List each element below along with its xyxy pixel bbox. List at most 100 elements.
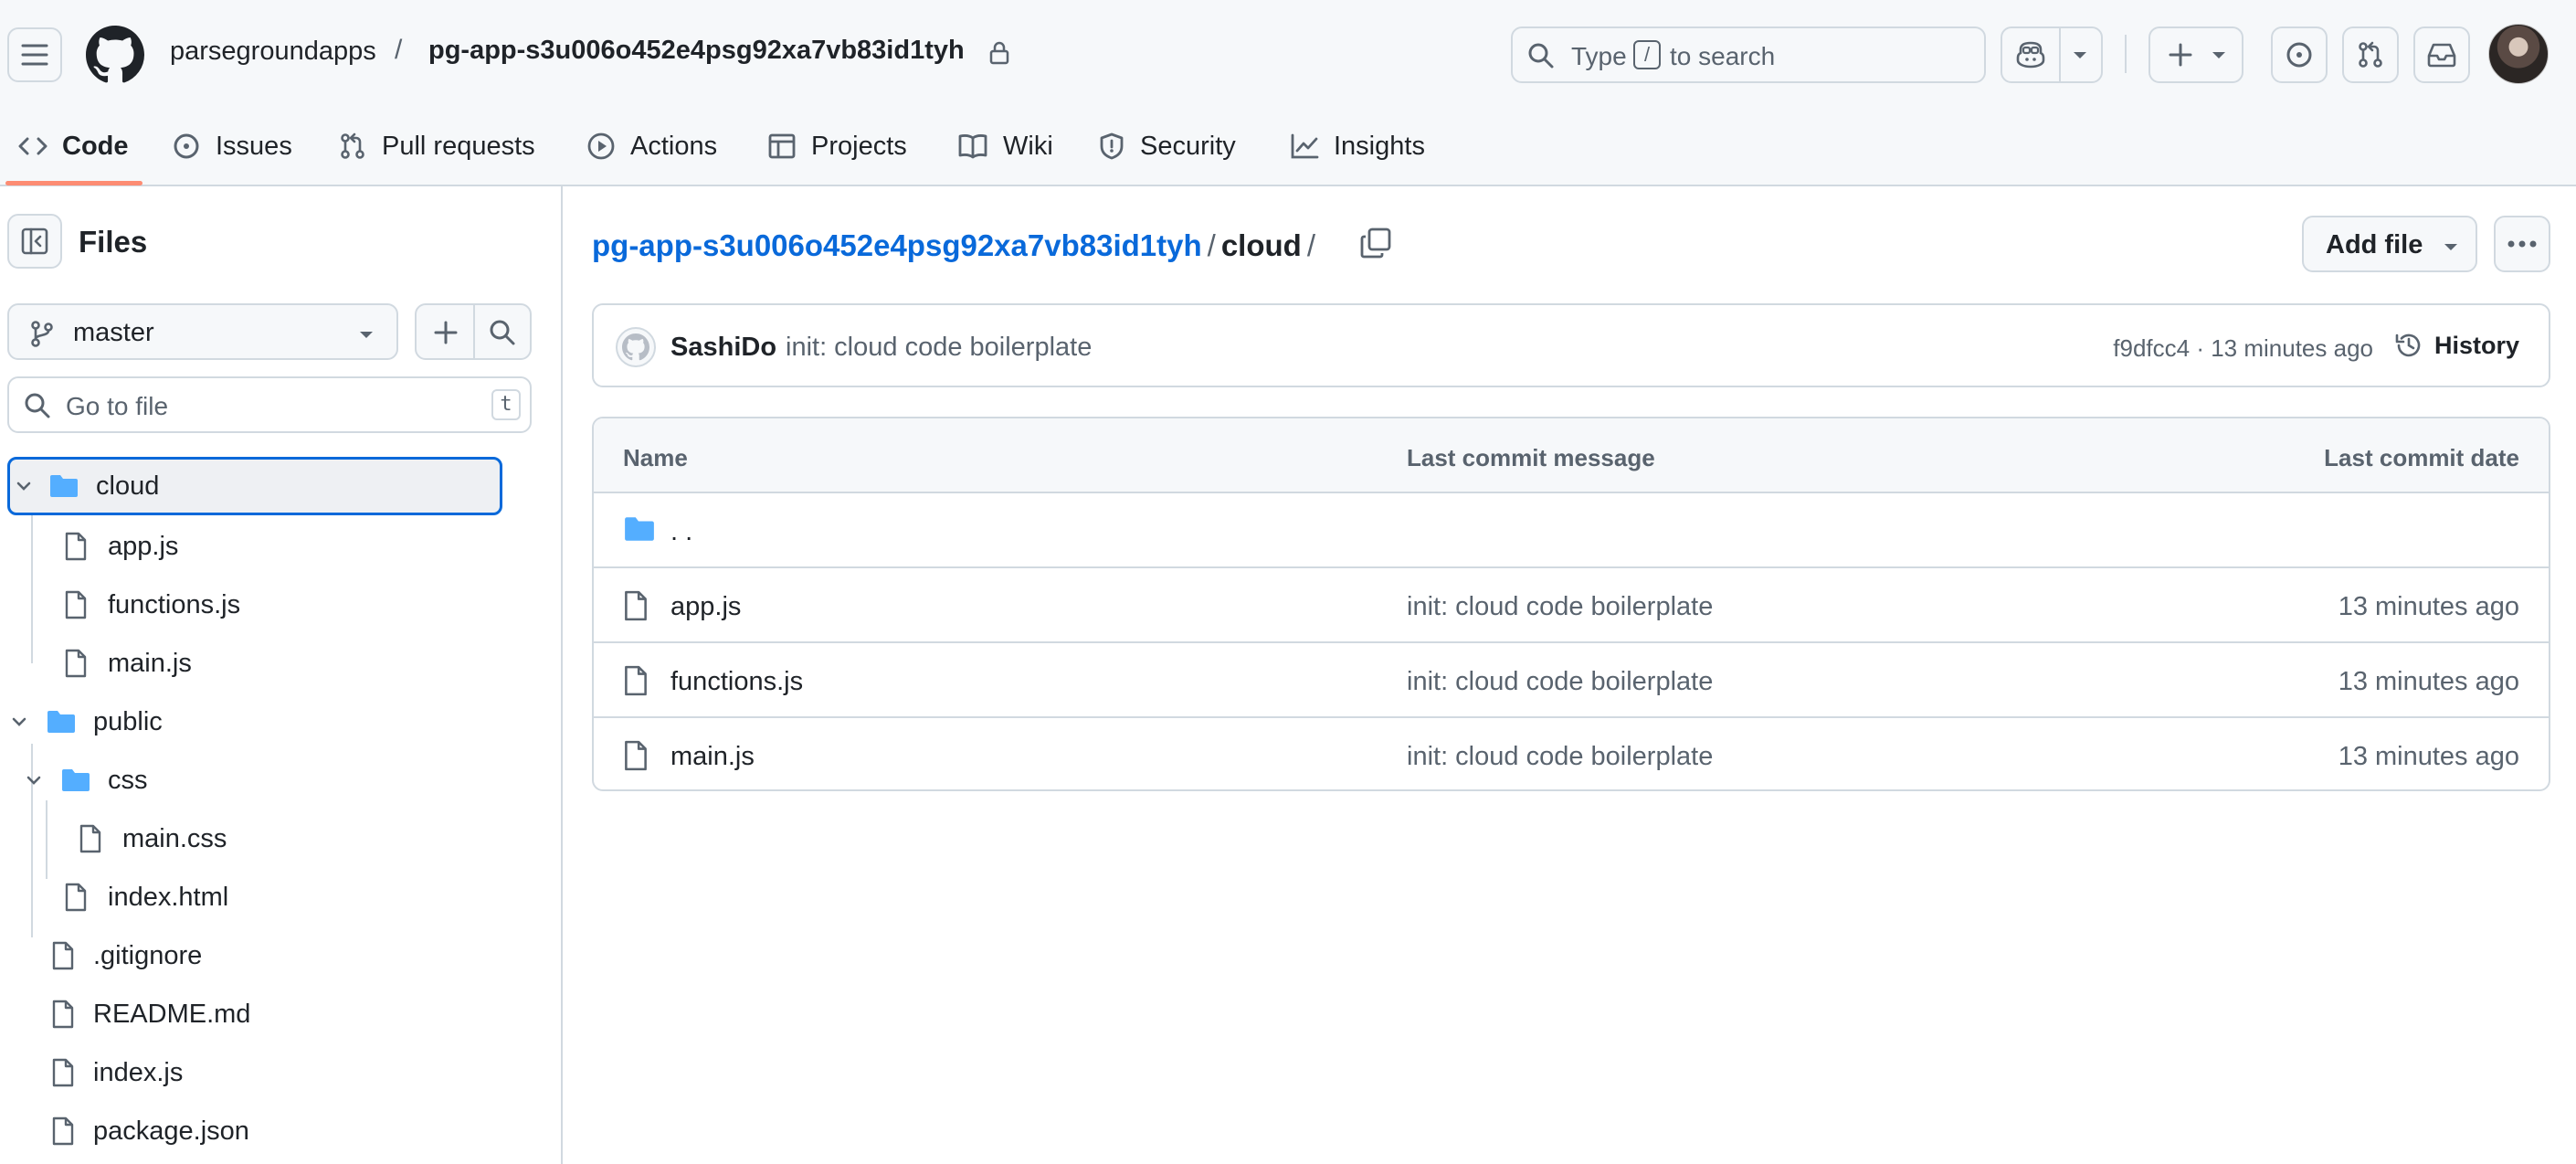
- plus-icon: [2169, 43, 2192, 67]
- tree-item-gitignore[interactable]: .gitignore: [51, 926, 202, 985]
- tab-actions[interactable]: Actions: [586, 122, 717, 170]
- sidebar-collapse-icon: [21, 228, 48, 255]
- parent-directory-link[interactable]: . .: [670, 517, 692, 547]
- file-name-link[interactable]: main.js: [670, 742, 755, 772]
- pull-requests-button[interactable]: [2342, 26, 2399, 83]
- search-suffix-text: to search: [1670, 42, 1776, 70]
- create-new-button[interactable]: [2148, 26, 2243, 83]
- commit-author[interactable]: SashiDo: [670, 333, 776, 363]
- commit-message-link[interactable]: init: cloud code boilerplate: [1407, 667, 1713, 697]
- commit-date: 13 minutes ago: [2338, 667, 2519, 696]
- tab-issues[interactable]: Issues: [172, 122, 292, 170]
- tab-insights[interactable]: Insights: [1290, 122, 1425, 170]
- file-name-link[interactable]: app.js: [670, 592, 741, 622]
- file-icon: [52, 1116, 74, 1146]
- go-to-file-input[interactable]: Go to file t: [7, 376, 532, 433]
- directory-listing: Name Last commit message Last commit dat…: [592, 417, 2550, 791]
- folder-icon: [50, 475, 78, 497]
- tab-projects[interactable]: Projects: [767, 122, 907, 170]
- folder-icon: [48, 711, 75, 733]
- table-row[interactable]: app.js init: cloud code boilerplate 13 m…: [594, 568, 2549, 643]
- tab-security[interactable]: Security: [1098, 122, 1236, 170]
- active-tab-indicator: [5, 181, 143, 185]
- add-file-label: Add file: [2326, 230, 2423, 259]
- tree-item-public[interactable]: public: [9, 693, 163, 751]
- history-label: History: [2433, 331, 2519, 359]
- tree-item-readme[interactable]: README.md: [51, 985, 250, 1043]
- issues-button[interactable]: [2271, 26, 2328, 83]
- tree-item-package-json[interactable]: package.json: [51, 1102, 249, 1160]
- tree-item-main-js[interactable]: main.js: [64, 634, 192, 693]
- file-name-link[interactable]: functions.js: [670, 667, 803, 697]
- github-logo-icon[interactable]: [86, 26, 144, 84]
- table-row[interactable]: functions.js init: cloud code boilerplat…: [594, 643, 2549, 718]
- table-row[interactable]: main.js init: cloud code boilerplate 13 …: [594, 718, 2549, 789]
- copy-path-icon[interactable]: [1359, 227, 1392, 259]
- tree-item-index-js[interactable]: index.js: [51, 1043, 183, 1102]
- tab-label: Issues: [216, 131, 292, 161]
- commit-date: 13 minutes ago: [2338, 742, 2519, 771]
- tree-item-cloud[interactable]: cloud: [7, 457, 502, 515]
- chevron-down-icon: [26, 776, 41, 785]
- copilot-icon[interactable]: [2015, 40, 2046, 69]
- chevron-down-icon[interactable]: [2070, 46, 2090, 64]
- tab-label: Pull requests: [382, 131, 535, 161]
- chevron-down-icon: [2444, 244, 2457, 250]
- kebab-horizontal-icon: [2507, 240, 2537, 248]
- search-icon: [25, 393, 50, 418]
- tab-wiki[interactable]: Wiki: [957, 122, 1053, 170]
- tab-pull-requests[interactable]: Pull requests: [338, 122, 535, 170]
- tree-item-functions-js[interactable]: functions.js: [64, 576, 240, 634]
- chevron-down-icon: [360, 332, 373, 338]
- file-icon: [65, 532, 87, 561]
- author-avatar[interactable]: [616, 327, 656, 367]
- file-icon: [65, 649, 87, 678]
- more-options-button[interactable]: [2494, 216, 2550, 272]
- tree-item-label: main.css: [122, 823, 227, 853]
- hamburger-icon: [21, 44, 48, 66]
- breadcrumb-repo-link[interactable]: pg-app-s3u006o452e4psg92xa7vb83id1tyh: [592, 228, 1202, 262]
- repo-link[interactable]: pg-app-s3u006o452e4psg92xa7vb83id1tyh: [428, 36, 965, 66]
- pull-request-icon: [2359, 41, 2382, 68]
- inbox-button[interactable]: [2413, 26, 2470, 83]
- tab-label: Actions: [630, 131, 718, 161]
- column-header-message: Last commit message: [1407, 444, 1655, 471]
- user-avatar[interactable]: [2488, 24, 2549, 84]
- button-divider: [473, 305, 475, 358]
- menu-button[interactable]: [7, 27, 62, 82]
- add-file-button[interactable]: Add file: [2302, 216, 2477, 272]
- branch-selector[interactable]: master: [7, 303, 398, 360]
- tree-actions: [415, 303, 532, 360]
- tree-item-label: functions.js: [108, 589, 241, 619]
- tab-code[interactable]: Code: [18, 122, 129, 170]
- commit-meta[interactable]: f9dfcc4 · 13 minutes ago: [2113, 334, 2373, 363]
- breadcrumb-separator: /: [1306, 228, 1315, 262]
- commit-message-link[interactable]: init: cloud code boilerplate: [1407, 592, 1713, 622]
- search-icon[interactable]: [488, 318, 517, 347]
- pull-request-icon: [341, 132, 364, 159]
- collapse-sidebar-button[interactable]: [7, 214, 62, 269]
- file-icon: [79, 824, 101, 853]
- tree-item-index-html[interactable]: index.html: [64, 868, 228, 926]
- file-icon: [52, 941, 74, 970]
- plus-icon[interactable]: [431, 318, 460, 347]
- tree-item-label: css: [108, 765, 148, 795]
- copilot-button-group: [2001, 26, 2103, 83]
- tree-item-app-js[interactable]: app.js: [64, 517, 178, 576]
- commit-message-link[interactable]: init: cloud code boilerplate: [1407, 742, 1713, 772]
- commit-message[interactable]: init: cloud code boilerplate: [786, 333, 1092, 363]
- tree-item-label: package.json: [93, 1116, 249, 1146]
- tree-guide-line: [46, 800, 48, 879]
- inbox-icon: [2427, 43, 2456, 68]
- breadcrumb-current-dir: cloud: [1220, 228, 1302, 262]
- chevron-down-icon: [16, 481, 31, 491]
- search-prefix-text: Type: [1571, 42, 1627, 70]
- parent-directory-row[interactable]: . .: [594, 493, 2549, 568]
- owner-link[interactable]: parsegroundapps: [170, 37, 376, 67]
- tree-item-css[interactable]: css: [24, 751, 148, 810]
- tree-item-label: .gitignore: [93, 940, 203, 970]
- latest-commit-bar: SashiDo init: cloud code boilerplate f9d…: [592, 303, 2550, 387]
- tree-item-main-css[interactable]: main.css: [79, 810, 227, 868]
- global-search-input[interactable]: Type / to search: [1511, 26, 1986, 83]
- history-button[interactable]: History: [2394, 331, 2519, 360]
